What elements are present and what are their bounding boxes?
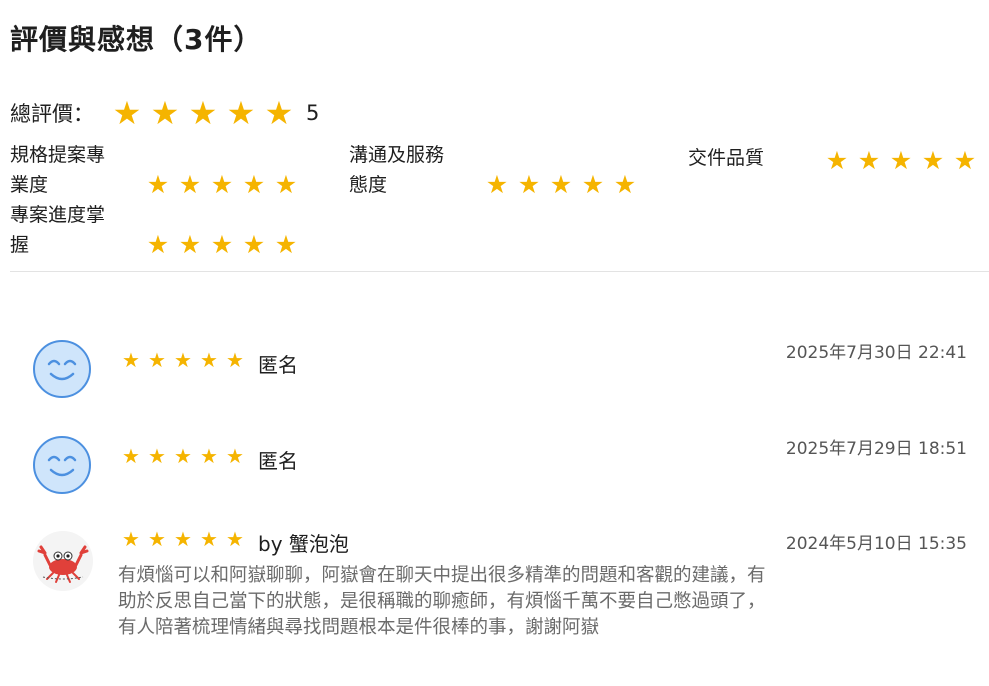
star-icon: ★ (889, 146, 913, 175)
smiley-icon (33, 436, 91, 494)
star-icon: ★ (146, 230, 170, 259)
overall-stars: ★ ★ ★ ★ ★ (108, 97, 298, 129)
star-icon: ★ (178, 230, 202, 259)
overall-score: 5 (306, 101, 320, 125)
overall-rating-label: 總評價： (10, 102, 94, 126)
star-icon: ★ (174, 527, 192, 551)
smiley-icon (33, 340, 91, 398)
review-date: 2025年7月29日 18:51 (785, 439, 967, 459)
reviewer-name: by 蟹泡泡 (258, 532, 349, 556)
star-icon: ★ (112, 94, 142, 132)
star-icon: ★ (242, 170, 266, 199)
star-icon: ★ (274, 230, 298, 259)
star-icon: ★ (148, 348, 166, 372)
star-icon: ★ (242, 230, 266, 259)
review-date: 2025年7月30日 22:41 (785, 343, 967, 363)
star-icon: ★ (122, 527, 140, 551)
reviewer-name: 匿名 (258, 449, 298, 473)
star-icon: ★ (146, 170, 170, 199)
star-icon: ★ (921, 146, 945, 175)
star-icon: ★ (549, 170, 573, 199)
review-date: 2024年5月10日 15:35 (785, 534, 967, 554)
page-title: 評價與感想（3件） (10, 23, 263, 56)
star-icon: ★ (264, 94, 294, 132)
star-icon: ★ (178, 170, 202, 199)
section-divider (10, 271, 989, 272)
star-icon: ★ (122, 348, 140, 372)
star-icon: ★ (953, 146, 977, 175)
star-icon: ★ (210, 170, 234, 199)
star-icon: ★ (174, 348, 192, 372)
star-icon: ★ (148, 527, 166, 551)
star-icon: ★ (485, 170, 509, 199)
overall-rating: 總評價： ★ ★ ★ ★ ★ 5 (10, 96, 319, 130)
reviewer-name: 匿名 (258, 353, 298, 377)
criterion-label-spec: 規格提案專 業度 (10, 144, 106, 196)
star-icon: ★ (210, 230, 234, 259)
crab-icon (33, 531, 93, 591)
star-icon: ★ (825, 146, 849, 175)
star-icon: ★ (200, 527, 218, 551)
star-icon: ★ (226, 348, 244, 372)
star-icon: ★ (857, 146, 881, 175)
criterion-stars-quality: ★ ★ ★ ★ ★ (821, 148, 981, 173)
star-icon: ★ (226, 444, 244, 468)
review-stars: ★ ★ ★ ★ ★ (118, 350, 248, 370)
star-icon: ★ (274, 170, 298, 199)
review-comment: 有煩惱可以和阿嶽聊聊，阿嶽會在聊天中提出很多精準的問題和客觀的建議，有助於反思自… (118, 565, 766, 638)
star-icon: ★ (200, 348, 218, 372)
star-icon: ★ (148, 444, 166, 468)
star-icon: ★ (200, 444, 218, 468)
criterion-stars-spec: ★ ★ ★ ★ ★ (142, 172, 302, 197)
review-stars: ★ ★ ★ ★ ★ (118, 529, 248, 549)
review-stars: ★ ★ ★ ★ ★ (118, 446, 248, 466)
criterion-label-quality: 交件品質 (688, 147, 765, 169)
star-icon: ★ (226, 527, 244, 551)
criterion-stars-progress: ★ ★ ★ ★ ★ (142, 232, 302, 257)
star-icon: ★ (188, 94, 218, 132)
criterion-label-communication: 溝通及服務 態度 (349, 144, 445, 196)
star-icon: ★ (150, 94, 180, 132)
star-icon: ★ (581, 170, 605, 199)
star-icon: ★ (174, 444, 192, 468)
criterion-stars-communication: ★ ★ ★ ★ ★ (481, 172, 641, 197)
star-icon: ★ (517, 170, 541, 199)
star-icon: ★ (613, 170, 637, 199)
star-icon: ★ (226, 94, 256, 132)
star-icon: ★ (122, 444, 140, 468)
criterion-label-progress: 專案進度掌 握 (10, 204, 106, 256)
